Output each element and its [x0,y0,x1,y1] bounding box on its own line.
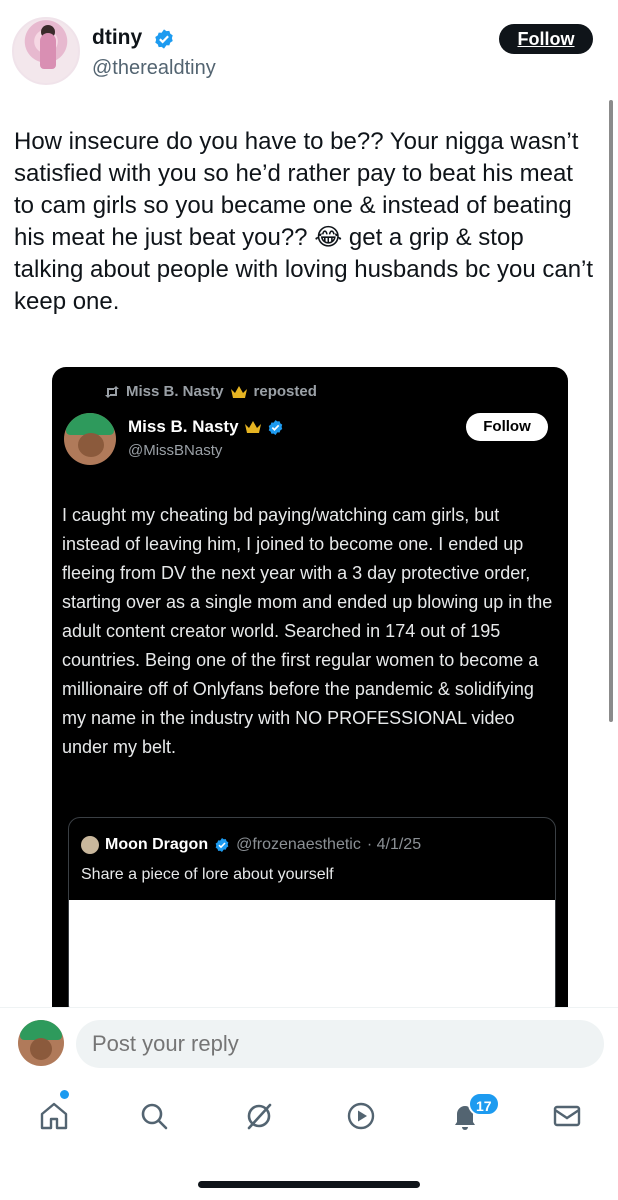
nav-home[interactable] [26,1092,82,1140]
post-text: How insecure do you have to be?? Your ni… [14,128,594,315]
video-icon [347,1102,375,1130]
inner-post-image [69,900,555,1007]
inner-author-name: Moon Dragon [105,836,209,853]
nav-grok[interactable] [231,1092,287,1140]
crown-icon [230,385,247,398]
author-avatar[interactable] [12,17,80,85]
quoted-follow-button: Follow [466,413,548,441]
reply-input[interactable] [76,1020,604,1068]
inner-post-text: Share a piece of lore about yourself [81,866,334,883]
verified-badge-icon [268,419,282,435]
follow-button[interactable]: Follow [499,24,593,54]
repost-icon [105,385,119,398]
notification-count-badge: 17 [468,1092,500,1116]
inner-quoted-card: Moon Dragon @frozenaesthetic · 4/1/25 Sh… [68,817,556,1007]
my-avatar[interactable] [18,1020,64,1066]
search-icon [141,1103,168,1130]
repost-by-name: Miss B. Nasty [126,383,224,400]
quoted-author-name: Miss B. Nasty [128,417,239,436]
grok-icon [247,1103,272,1130]
repost-suffix: reposted [253,383,317,400]
inner-post-date: · 4/1/25 [366,836,422,853]
repost-indicator: Miss B. Nasty reposted [104,383,317,400]
avatar-hat [20,1020,62,1040]
author-name[interactable]: dtiny [92,26,142,50]
verified-badge-icon [155,29,173,49]
post-header: dtiny @therealdtiny Follow [0,0,618,100]
quoted-author-name-row[interactable]: Miss B. Nasty [128,417,284,437]
nav-search[interactable] [126,1092,182,1140]
home-unread-dot [60,1090,69,1099]
quoted-author-avatar[interactable] [64,413,116,465]
scrollbar[interactable] [609,100,613,722]
quoted-author-handle: @MissBNasty [128,442,223,459]
inner-author-handle: @frozenaesthetic [236,836,361,853]
nav-messages[interactable] [539,1092,595,1140]
avatar-figure-body [40,33,56,69]
quoted-screenshot[interactable]: Miss B. Nasty reposted Miss B. Nasty @Mi… [52,367,568,1007]
avatar-hat [66,413,114,435]
home-indicator[interactable] [198,1181,420,1188]
avatar-face [30,1038,52,1060]
nav-video[interactable] [333,1092,389,1140]
crown-icon [244,421,261,433]
home-icon [40,1102,68,1130]
verified-badge-icon [215,838,229,852]
avatar-face [78,433,104,457]
quoted-post-text: I caught my cheating bd paying/watching … [62,505,553,757]
reply-bar [0,1007,618,1082]
inner-quoted-header: Moon Dragon @frozenaesthetic · 4/1/25 [81,836,421,854]
inner-author-avatar [81,836,99,854]
author-handle[interactable]: @therealdtiny [92,57,216,80]
messages-icon [553,1105,581,1127]
